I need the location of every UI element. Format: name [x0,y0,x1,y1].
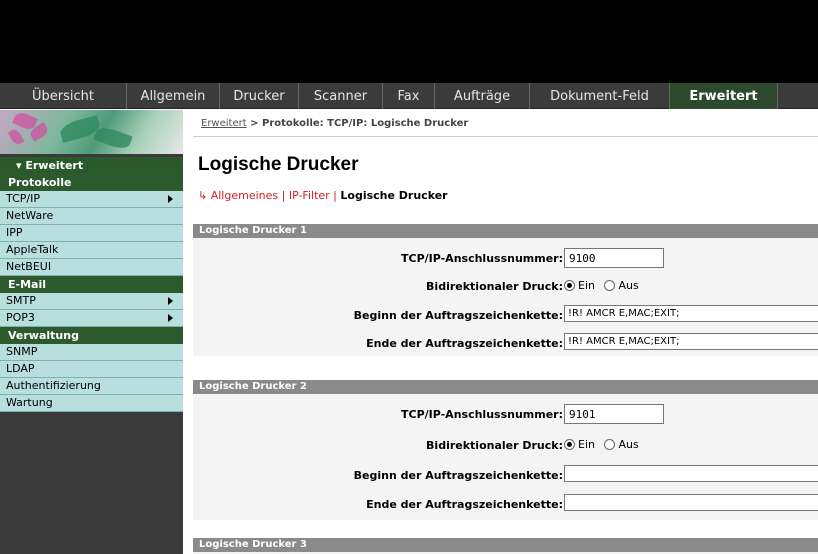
tab-overflow [778,83,818,109]
sidebar-header-erweitert[interactable]: ▾ Erweitert [0,157,183,174]
main-content: Erweitert > Protokolle: TCP/IP: Logische… [183,110,818,554]
tab-uebersicht[interactable]: Übersicht [0,83,127,109]
row-port: TCP/IP-Anschlussnummer: [193,404,818,426]
label-end-string: Ende der Auftragszeichenkette: [366,498,563,511]
sidebar-item-netware[interactable]: NetWare [0,208,183,225]
subnav-separator: | [329,189,341,202]
sidebar-item-wartung[interactable]: Wartung [0,395,183,412]
expand-arrow-icon [168,195,173,203]
expand-arrow-icon [168,314,173,322]
expand-arrow-icon [168,297,173,305]
sidebar-item-ipp[interactable]: IPP [0,225,183,242]
row-begin-string: Beginn der Auftragszeichenkette: [193,305,818,327]
row-begin-string: Beginn der Auftragszeichenkette: [193,465,818,487]
sidebar-item-authentifizierung[interactable]: Authentifizierung [0,378,183,395]
radio-bidi-ein[interactable]: Ein [564,279,595,292]
subnav-link-ip-filter[interactable]: IP-Filter [289,189,330,202]
tab-auftraege[interactable]: Aufträge [435,83,530,109]
subnav-separator: | [278,189,289,202]
port-input[interactable] [564,248,664,268]
section-header-printer-2: Logische Drucker 2 [193,380,818,394]
row-end-string: Ende der Auftragszeichenkette: [193,333,818,355]
tab-drucker[interactable]: Drucker [220,83,299,109]
sidebar-item-snmp[interactable]: SNMP [0,344,183,361]
label-bidi: Bidirektionaler Druck: [426,439,563,452]
radio-bidi-aus[interactable]: Aus [604,279,639,292]
sub-navigation: ↳ Allgemeines | IP-Filter | Logische Dru… [198,189,448,202]
main-tabs: Übersicht Allgemein Drucker Scanner Fax … [0,83,818,109]
label-port: TCP/IP-Anschlussnummer: [401,252,563,265]
sidebar-item-smtp[interactable]: SMTP [0,293,183,310]
label-begin-string: Beginn der Auftragszeichenkette: [353,309,563,322]
section-header-printer-3: Logische Drucker 3 [193,538,818,552]
sidebar-item-tcpip[interactable]: TCP/IP [0,191,183,208]
sidebar-item-ldap[interactable]: LDAP [0,361,183,378]
label-port: TCP/IP-Anschlussnummer: [401,408,563,421]
sidebar-item-netbeui[interactable]: NetBEUI [0,259,183,276]
breadcrumb-link-erweitert[interactable]: Erweitert [201,118,247,129]
label-bidi: Bidirektionaler Druck: [426,280,563,293]
sidebar-section-verwaltung: Verwaltung [0,327,183,344]
row-bidi: Bidirektionaler Druck: Ein Aus [193,435,818,457]
top-banner [0,0,818,83]
breadcrumb: Erweitert > Protokolle: TCP/IP: Logische… [201,118,468,129]
radio-unchecked-icon [604,280,616,291]
subnav-arrow-icon: ↳ [198,189,211,202]
label-end-string: Ende der Auftragszeichenkette: [366,337,563,350]
port-input[interactable] [564,404,664,424]
end-string-input[interactable] [564,494,818,511]
section-body-printer-2: TCP/IP-Anschlussnummer: Bidirektionaler … [193,394,818,520]
sidebar-item-appletalk[interactable]: AppleTalk [0,242,183,259]
tab-erweitert[interactable]: Erweitert [670,83,778,109]
radio-checked-icon [564,280,575,291]
tab-fax[interactable]: Fax [383,83,435,109]
radio-checked-icon [564,439,575,450]
sidebar-item-pop3[interactable]: POP3 [0,310,183,327]
end-string-input[interactable] [564,333,818,350]
sidebar: ▾ Erweitert Protokolle TCP/IP NetWare IP… [0,110,183,554]
radio-unchecked-icon [604,439,616,450]
sidebar-section-email: E-Mail [0,276,183,293]
tab-dokument-feld[interactable]: Dokument-Feld [530,83,670,109]
row-port: TCP/IP-Anschlussnummer: [193,248,818,270]
tab-scanner[interactable]: Scanner [299,83,383,109]
row-bidi: Bidirektionaler Druck: Ein Aus [193,276,818,298]
subnav-link-allgemeines[interactable]: Allgemeines [211,189,278,202]
section-header-printer-1: Logische Drucker 1 [193,224,818,238]
tab-allgemein[interactable]: Allgemein [127,83,220,109]
page-title: Logische Drucker [198,154,359,175]
sidebar-nav: ▾ Erweitert Protokolle TCP/IP NetWare IP… [0,157,183,412]
radio-bidi-aus[interactable]: Aus [604,438,639,451]
label-begin-string: Beginn der Auftragszeichenkette: [353,469,563,482]
breadcrumb-path: > Protokolle: TCP/IP: Logische Drucker [246,118,469,129]
begin-string-input[interactable] [564,465,818,482]
radio-bidi-ein[interactable]: Ein [564,438,595,451]
begin-string-input[interactable] [564,305,818,322]
divider [193,136,818,137]
subnav-current: Logische Drucker [340,189,448,202]
row-end-string: Ende der Auftragszeichenkette: [193,494,818,516]
sidebar-section-protokolle: Protokolle [0,174,183,191]
product-logo [0,110,183,154]
section-body-printer-1: TCP/IP-Anschlussnummer: Bidirektionaler … [193,238,818,356]
